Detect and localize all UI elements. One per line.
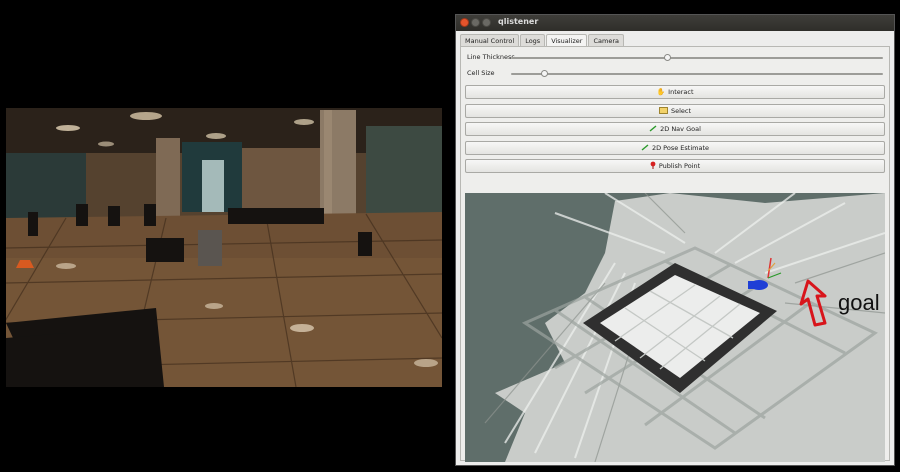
- occupancy-map: [484, 193, 885, 462]
- interact-button[interactable]: ✋ Interact: [465, 85, 885, 99]
- tab-visualizer[interactable]: Visualizer: [546, 34, 588, 46]
- cell-size-row: Cell Size: [467, 69, 887, 79]
- map-visualization[interactable]: goal: [465, 193, 885, 462]
- visualizer-panel: Line Thickness Cell Size ✋ Interact Sele…: [460, 46, 890, 462]
- maximize-icon[interactable]: [482, 18, 491, 27]
- minimize-icon[interactable]: [471, 18, 480, 27]
- close-icon[interactable]: [460, 18, 469, 27]
- select-rectangle-icon: [659, 106, 668, 116]
- tab-manual-control[interactable]: Manual Control: [460, 34, 520, 46]
- line-thickness-label: Line Thickness: [467, 53, 515, 61]
- hand-icon: ✋: [656, 87, 666, 96]
- tab-camera[interactable]: Camera: [588, 34, 624, 46]
- nav-goal-label: 2D Nav Goal: [660, 125, 701, 133]
- green-arrow-icon: [649, 124, 657, 134]
- pose-estimate-label: 2D Pose Estimate: [651, 144, 710, 152]
- goal-annotation: goal: [838, 290, 880, 315]
- cell-size-slider[interactable]: [511, 70, 883, 77]
- publish-point-label: Publish Point: [658, 162, 701, 170]
- interact-label: Interact: [668, 88, 694, 96]
- tab-logs[interactable]: Logs: [520, 34, 546, 46]
- lobby-scene: [6, 108, 442, 387]
- publish-point-button[interactable]: Publish Point: [465, 159, 885, 173]
- nav-goal-button[interactable]: 2D Nav Goal: [465, 122, 885, 136]
- window-title: qlistener: [498, 17, 539, 26]
- line-thickness-slider-handle[interactable]: [663, 54, 671, 61]
- select-button[interactable]: Select: [465, 104, 885, 118]
- green-arrow-icon: [641, 143, 649, 153]
- title-bar: qlistener: [456, 15, 894, 31]
- select-label: Select: [670, 107, 692, 115]
- camera-photo: [6, 108, 442, 387]
- red-pin-icon: [650, 161, 656, 171]
- qlistener-window: qlistener Manual Control Logs Visualizer…: [455, 14, 895, 466]
- tab-bar: Manual Control Logs Visualizer Camera: [460, 34, 625, 46]
- cell-size-slider-handle[interactable]: [540, 70, 548, 77]
- cell-size-label: Cell Size: [467, 69, 495, 77]
- pose-estimate-button[interactable]: 2D Pose Estimate: [465, 141, 885, 155]
- line-thickness-slider[interactable]: [511, 54, 883, 61]
- line-thickness-row: Line Thickness: [467, 53, 887, 63]
